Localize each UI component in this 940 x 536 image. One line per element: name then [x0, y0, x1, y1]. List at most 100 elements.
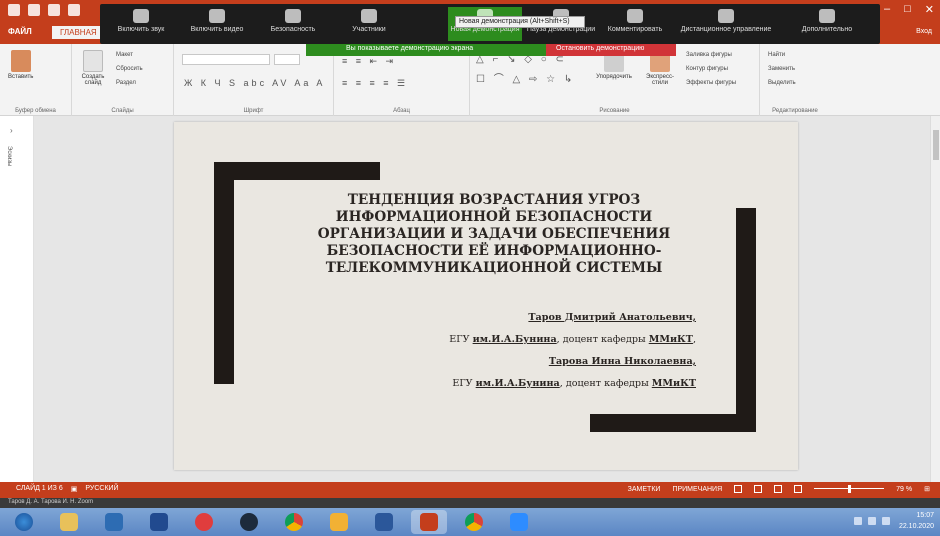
- notes-button[interactable]: ЗАМЕТКИ: [628, 486, 661, 493]
- taskbar-notes[interactable]: [321, 510, 357, 534]
- redo-icon[interactable]: [68, 4, 80, 16]
- more-button[interactable]: Дополнительно: [782, 7, 872, 41]
- quick-access-toolbar: [8, 4, 80, 16]
- select-button[interactable]: Выделить: [768, 80, 796, 86]
- media-player-icon: [105, 513, 123, 531]
- find-button[interactable]: Найти: [768, 52, 785, 58]
- shapes-gallery-row-2[interactable]: ☐ ⌒ △ ⇨ ☆ ↳: [476, 70, 575, 85]
- layout-button[interactable]: Макет: [116, 52, 133, 58]
- stop-share-button[interactable]: Остановить демонстрацию: [546, 44, 676, 56]
- language-indicator[interactable]: РУССКИЙ: [85, 485, 118, 493]
- start-button[interactable]: [6, 510, 42, 534]
- annotate-button[interactable]: Комментировать: [600, 7, 670, 41]
- powerpoint-window: – □ ✕ ФАЙЛ ГЛАВНАЯ Вход Вставить Буфер о…: [0, 0, 940, 536]
- spellcheck-icon[interactable]: ▣: [71, 485, 78, 493]
- more-icon: [819, 9, 835, 23]
- shape-outline-button[interactable]: Контур фигуры: [686, 66, 728, 72]
- disk-icon: [150, 513, 168, 531]
- remote-control-button[interactable]: Дистанционное управление: [674, 7, 778, 41]
- minimize-icon[interactable]: –: [884, 3, 890, 16]
- share-banner: Вы показываете демонстрацию экрана Остан…: [306, 44, 676, 56]
- zoom-slider[interactable]: [814, 485, 885, 493]
- taskbar-zoom[interactable]: [501, 510, 537, 534]
- network-icon[interactable]: [868, 517, 876, 525]
- sign-in-link[interactable]: Вход: [916, 28, 932, 35]
- mouse-icon: [718, 9, 734, 23]
- status-bar: СЛАЙД 1 ИЗ 6 ▣ РУССКИЙ ЗАМЕТКИ ПРИМЕЧАНИ…: [0, 482, 940, 498]
- security-button[interactable]: Безопасность: [260, 7, 326, 41]
- replace-button[interactable]: Заменить: [768, 66, 795, 72]
- taskbar-media[interactable]: [96, 510, 132, 534]
- new-slide-icon: [83, 50, 103, 72]
- author-2-affiliation: ЕГУ им.И.А.Бунина, доцент кафедры ММиКТ: [452, 378, 696, 389]
- frame-bottom-bar: [590, 414, 756, 432]
- slide-title: ТЕНДЕНЦИЯ ВОЗРАСТАНИЯ УГРОЗ ИНФОРМАЦИОНН…: [317, 192, 671, 276]
- slide-counter: СЛАЙД 1 ИЗ 6: [16, 485, 63, 492]
- taskbar-explorer[interactable]: [51, 510, 87, 534]
- expand-pane-icon[interactable]: ›: [10, 126, 13, 135]
- shape-effects-button[interactable]: Эффекты фигуры: [686, 80, 736, 86]
- vertical-scrollbar[interactable]: [930, 116, 940, 482]
- sorter-view-icon[interactable]: [754, 485, 763, 493]
- normal-view-icon[interactable]: [734, 485, 743, 493]
- taskbar-powerpoint[interactable]: [411, 510, 447, 534]
- save-icon[interactable]: [28, 4, 40, 16]
- comments-button[interactable]: ПРИМЕЧАНИЯ: [672, 486, 722, 493]
- shape-fill-button[interactable]: Заливка фигуры: [686, 52, 732, 58]
- font-size-select[interactable]: [274, 54, 300, 65]
- taskbar-save[interactable]: [141, 510, 177, 534]
- maximize-icon[interactable]: □: [904, 3, 911, 16]
- taskbar-vivaldi[interactable]: [186, 510, 222, 534]
- taskbar-chrome[interactable]: [276, 510, 312, 534]
- powerpoint-logo-icon: [8, 4, 20, 16]
- tab-home[interactable]: ГЛАВНАЯ: [52, 26, 105, 39]
- chrome-icon: [465, 513, 483, 531]
- undo-icon[interactable]: [48, 4, 60, 16]
- tooltip: Новая демонстрация (Alt+Shift+S): [455, 16, 585, 28]
- frame-left-bar: [214, 162, 234, 384]
- taskbar-chrome-2[interactable]: [456, 510, 492, 534]
- powerpoint-icon: [420, 513, 438, 531]
- unmute-button[interactable]: Включить звук: [108, 7, 174, 41]
- pen-icon: [627, 9, 643, 23]
- shield-icon: [285, 9, 301, 23]
- scroll-thumb[interactable]: [933, 130, 939, 160]
- fit-slide-icon[interactable]: ⊞: [924, 485, 930, 493]
- clock[interactable]: 15:07 22.10.2020: [899, 510, 934, 532]
- volume-icon[interactable]: [882, 517, 890, 525]
- taskbar-steam[interactable]: [231, 510, 267, 534]
- reset-button[interactable]: Сбросить: [116, 66, 143, 72]
- tab-file[interactable]: ФАЙЛ: [8, 27, 32, 36]
- section-button[interactable]: Раздел: [116, 80, 136, 86]
- slide[interactable]: ТЕНДЕНЦИЯ ВОЗРАСТАНИЯ УГРОЗ ИНФОРМАЦИОНН…: [174, 122, 798, 470]
- taskbar-word[interactable]: [366, 510, 402, 534]
- slideshow-icon[interactable]: [794, 485, 803, 493]
- language-icon[interactable]: [854, 517, 862, 525]
- close-icon[interactable]: ✕: [925, 3, 934, 16]
- thumbnails-label: Эскизы: [6, 146, 12, 167]
- sharing-status: Вы показываете демонстрацию экрана: [306, 44, 546, 56]
- system-tray: [854, 517, 890, 525]
- author-1-affiliation: ЕГУ им.И.А.Бунина, доцент кафедры ММиКТ,: [449, 334, 696, 345]
- font-format-buttons[interactable]: Ж К Ч S abc AV Aa A: [184, 78, 325, 88]
- folder-icon: [60, 513, 78, 531]
- zoom-slider-knob[interactable]: [848, 485, 852, 493]
- list-buttons[interactable]: ≡ ≡ ⇤ ⇥: [342, 56, 396, 67]
- author-1-name: Таров Дмитрий Анатольевич,: [528, 312, 696, 323]
- slide-authors: Таров Дмитрий Анатольевич, ЕГУ им.И.А.Бу…: [449, 307, 696, 395]
- slides-group: Создать слайд Макет Сбросить Раздел Слай…: [72, 44, 174, 116]
- create-slide-button[interactable]: Создать слайд: [78, 50, 108, 86]
- zoom-percent[interactable]: 79 %: [896, 486, 912, 493]
- author-2-name: Тарова Инна Николаевна,: [548, 356, 696, 367]
- participants-icon: [361, 9, 377, 23]
- chrome-icon: [285, 513, 303, 531]
- paste-icon: [10, 50, 31, 72]
- paste-button[interactable]: Вставить: [8, 50, 33, 80]
- start-video-button[interactable]: Включить видео: [184, 7, 250, 41]
- editing-group: Найти Заменить Выделить Редактирование: [768, 52, 818, 114]
- align-buttons[interactable]: ≡ ≡ ≡ ≡ ☰: [342, 78, 408, 89]
- participants-button[interactable]: Участники: [336, 7, 402, 41]
- reading-view-icon[interactable]: [774, 485, 783, 493]
- camera-icon: [209, 9, 225, 23]
- font-family-select[interactable]: [182, 54, 270, 65]
